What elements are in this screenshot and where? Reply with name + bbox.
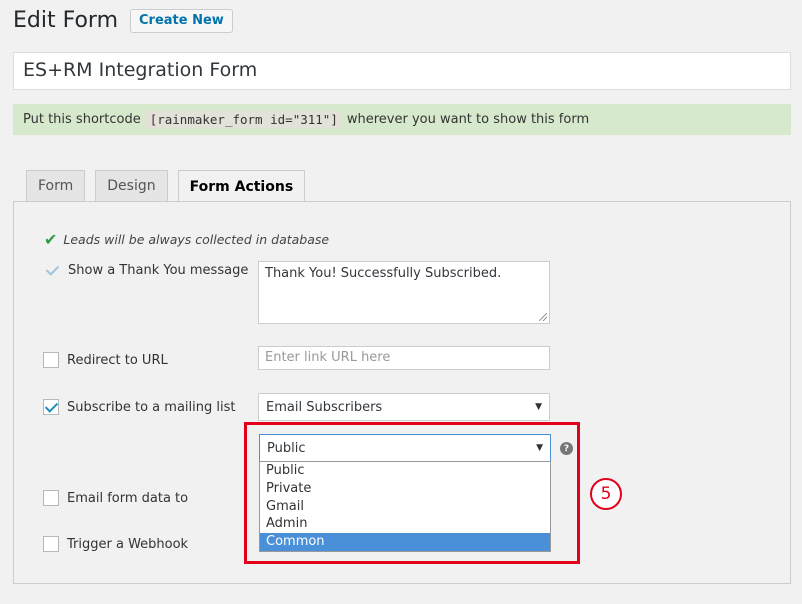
redirect-url-input[interactable]: Enter link URL here <box>258 346 550 370</box>
mailing-row: Subscribe to a mailing list <box>43 399 235 415</box>
webhook-label: Trigger a Webhook <box>67 536 189 552</box>
thank-you-message-text: Thank You! Successfully Subscribed. <box>265 266 502 281</box>
tab-form-actions[interactable]: Form Actions <box>177 170 306 202</box>
checkmark-icon: ✔ <box>44 230 58 249</box>
create-new-button[interactable]: Create New <box>130 8 233 33</box>
email-data-checkbox[interactable] <box>43 490 59 506</box>
shortcode-text: [rainmaker_form id="311"] <box>145 111 342 128</box>
resize-handle-icon[interactable] <box>539 313 547 321</box>
leads-note-text: Leads will be always collected in databa… <box>63 232 330 247</box>
mailing-list-value: Email Subscribers <box>266 399 383 415</box>
highlight-box <box>244 422 580 564</box>
page-header: Edit Form Create New <box>13 8 233 33</box>
notice-text-before: Put this shortcode <box>23 112 141 127</box>
step-number-badge: 5 <box>590 478 622 510</box>
thank-you-message-textarea[interactable]: Thank You! Successfully Subscribed. <box>258 261 550 324</box>
email-data-label: Email form data to <box>67 490 189 506</box>
webhook-checkbox[interactable] <box>43 536 59 552</box>
thank-you-label: Show a Thank You message <box>68 262 249 278</box>
form-tabs: Form Design Form Actions <box>26 170 315 202</box>
dropdown-arrow-icon: ▼ <box>535 402 542 412</box>
thank-you-row: Show a Thank You message <box>44 262 248 278</box>
leads-note: ✔ Leads will be always collected in data… <box>44 230 329 249</box>
tab-form[interactable]: Form <box>26 170 86 201</box>
mailing-label: Subscribe to a mailing list <box>67 399 236 415</box>
form-title-input[interactable]: ES+RM Integration Form <box>13 52 791 90</box>
redirect-label: Redirect to URL <box>67 352 168 368</box>
page-title: Edit Form <box>13 8 119 33</box>
mailing-checkbox[interactable] <box>43 399 59 415</box>
shortcode-notice: Put this shortcode [rainmaker_form id="3… <box>13 104 791 135</box>
webhook-row: Trigger a Webhook <box>43 536 188 552</box>
redirect-row: Redirect to URL <box>43 352 168 368</box>
redirect-checkbox[interactable] <box>43 352 59 368</box>
notice-text-after: wherever you want to show this form <box>346 112 590 127</box>
mailing-list-select[interactable]: Email Subscribers ▼ <box>258 393 550 421</box>
thank-you-checkbox[interactable] <box>44 262 60 278</box>
tab-design[interactable]: Design <box>95 170 168 201</box>
email-data-row: Email form data to <box>43 490 188 506</box>
